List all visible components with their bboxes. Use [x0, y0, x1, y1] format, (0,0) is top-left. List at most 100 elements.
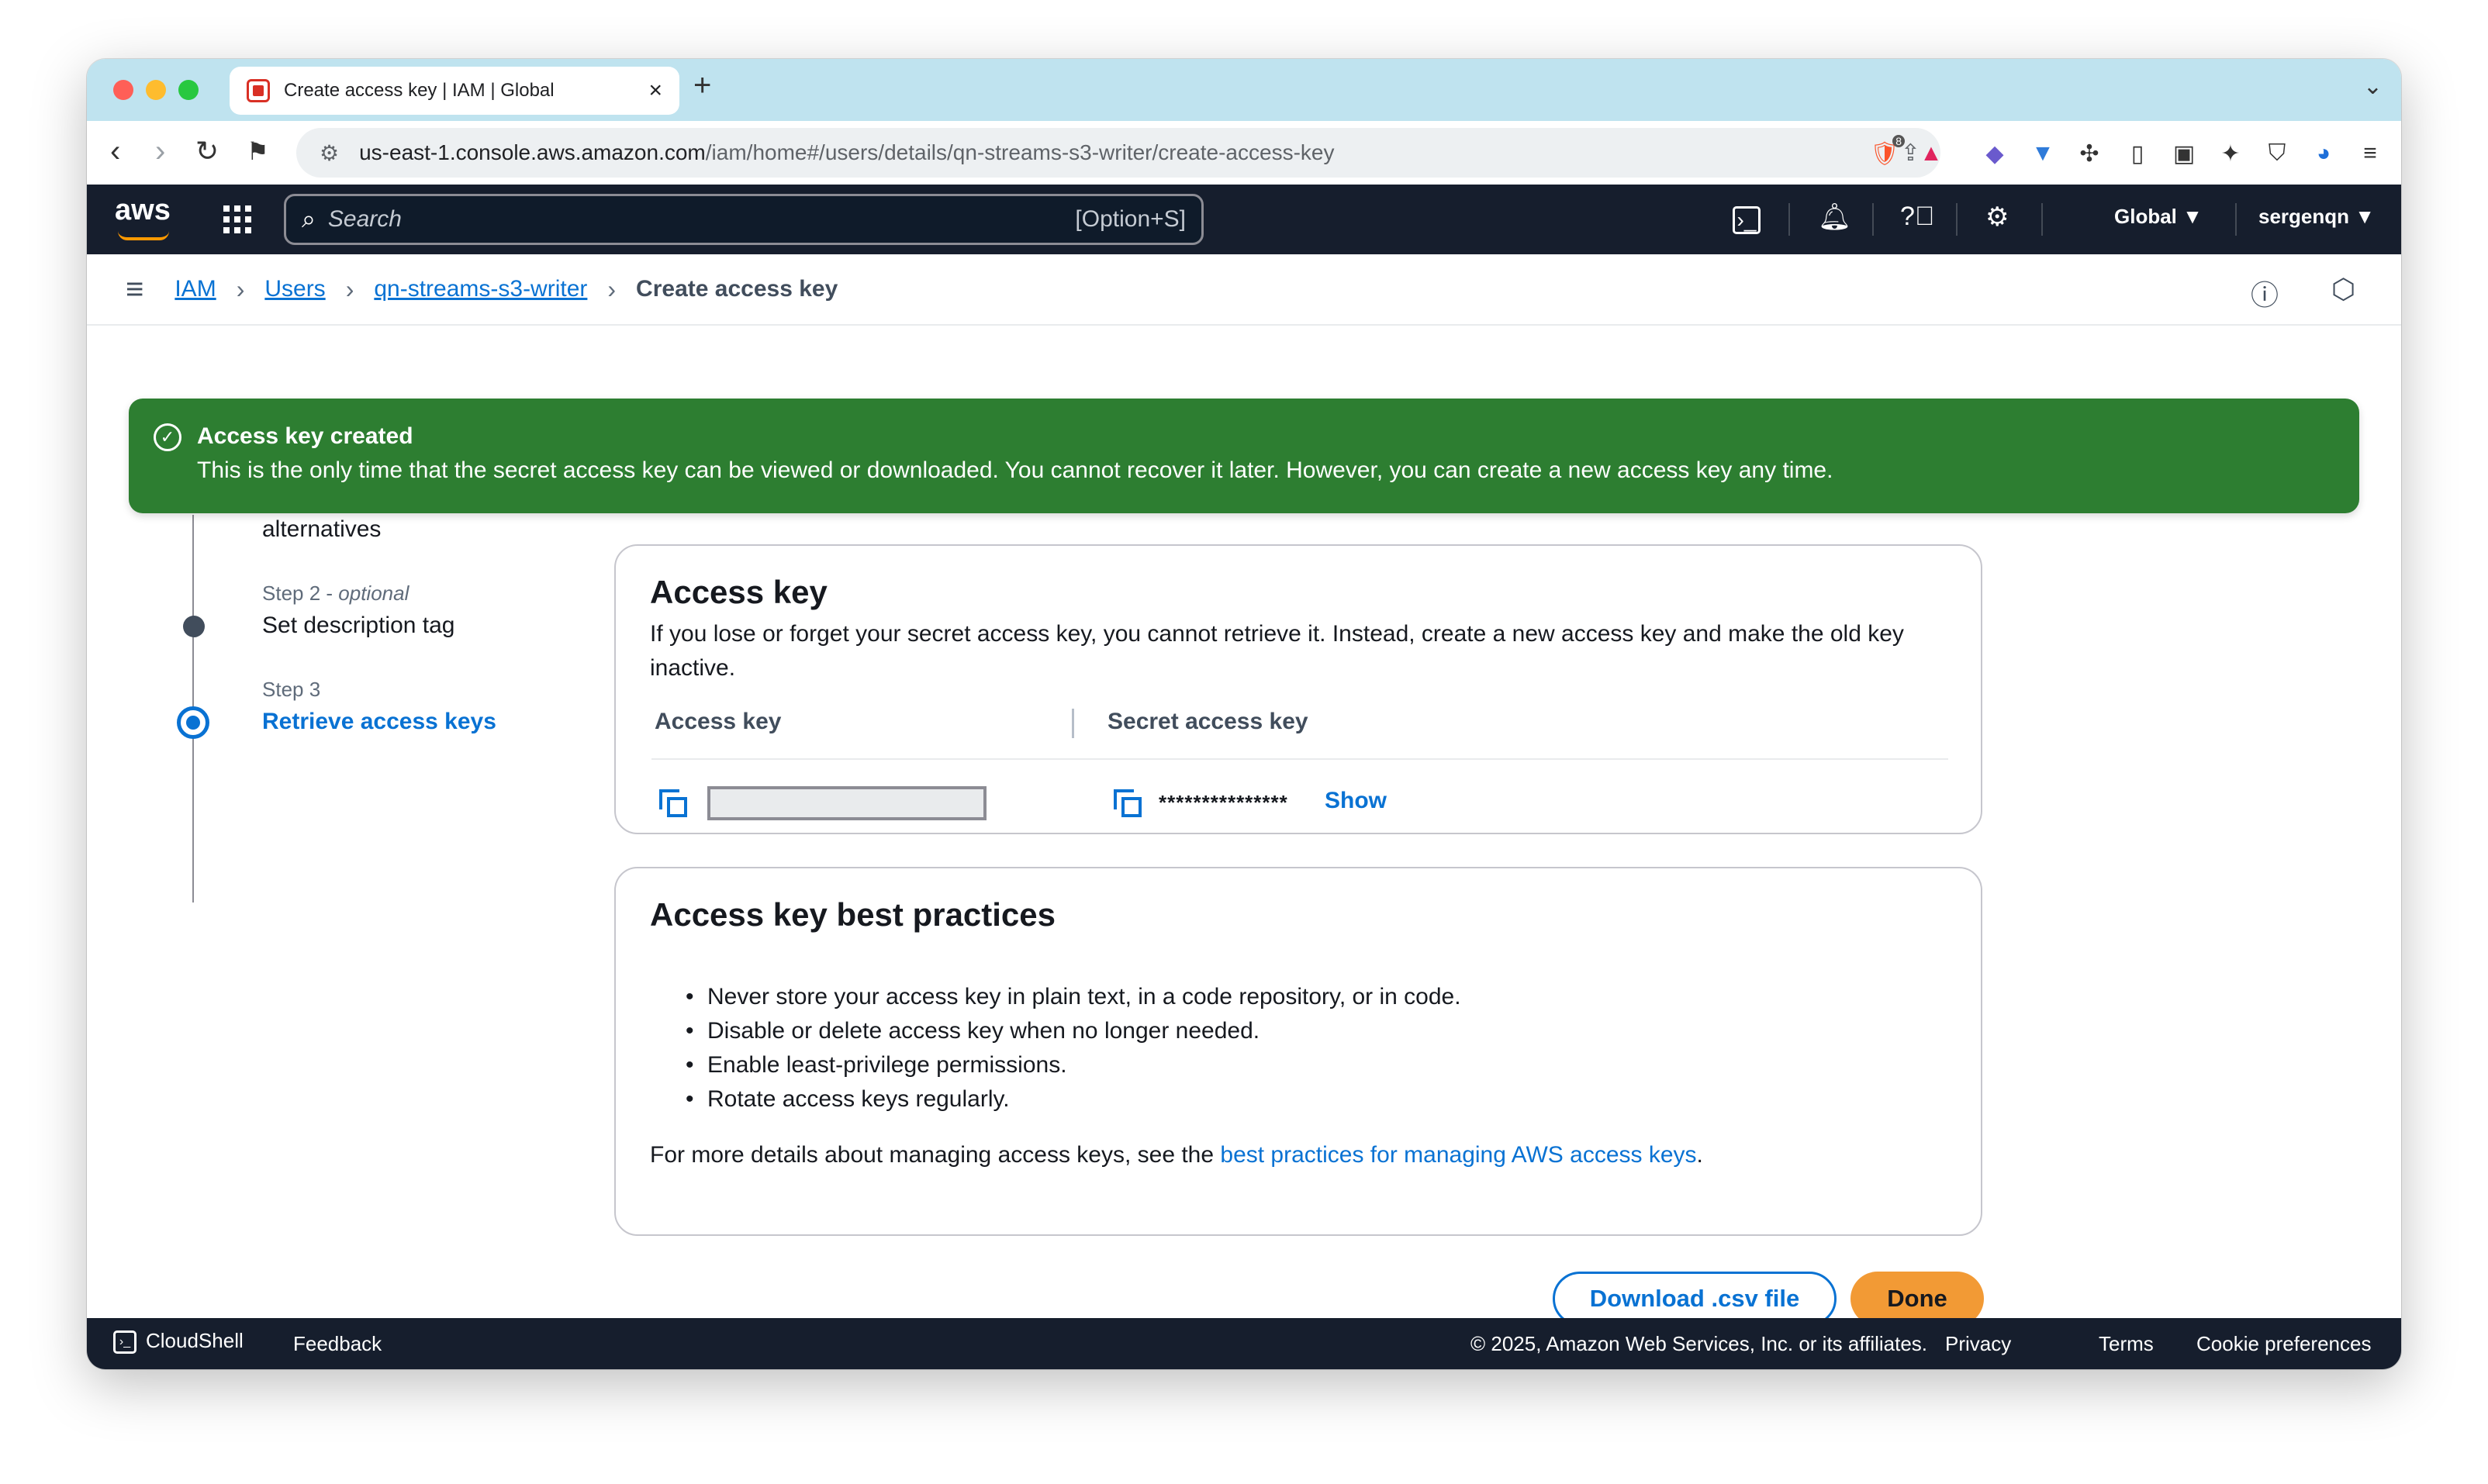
nav-divider	[1956, 203, 1958, 236]
tab-close-icon[interactable]: ×	[648, 78, 662, 104]
flash-title: Access key created	[197, 423, 413, 449]
leo-ai-icon[interactable]: ✦	[2215, 138, 2246, 169]
aws-logo-text: aws	[115, 194, 171, 226]
breadcrumb: ≡ IAM › Users › qn-streams-s3-writer › C…	[87, 254, 2401, 326]
account-menu[interactable]: sergenqn ▼	[2258, 205, 2375, 229]
col-secret-key: Secret access key	[1108, 709, 1308, 734]
chevron-right-icon: ›	[607, 274, 617, 303]
extension-globe-icon[interactable]: ◕	[2308, 138, 2339, 169]
browser-window: Create access key | IAM | Global × + ⌄ ‹…	[87, 59, 2401, 1369]
close-window-button[interactable]	[113, 80, 133, 100]
brave-rewards-icon[interactable]: ▲	[1916, 138, 1947, 169]
minimize-window-button[interactable]	[146, 80, 166, 100]
browser-tabbar: Create access key | IAM | Global × + ⌄	[87, 59, 2401, 121]
step2-label: Step 2 - optional	[262, 582, 409, 605]
success-flashbar: ✓ Access key created This is the only ti…	[129, 399, 2359, 513]
cookie-preferences-link[interactable]: Cookie preferences	[2196, 1332, 2371, 1356]
site-settings-icon[interactable]: ⚙	[320, 140, 339, 166]
browser-menu-icon[interactable]: ≡	[2355, 138, 2386, 169]
copy-secret-key-icon[interactable]	[1114, 789, 1142, 817]
breadcrumb-current: Create access key	[636, 276, 838, 302]
nav-divider	[1872, 203, 1874, 236]
browser-tab-active[interactable]: Create access key | IAM | Global ×	[230, 67, 679, 115]
best-practices-card: Access key best practices Never store yo…	[614, 867, 1982, 1236]
chevron-right-icon: ›	[345, 274, 354, 303]
aws-top-nav: aws ⌕ Search [Option+S] ›_ 🔔︎ ?⃝ ⚙ Globa…	[87, 185, 2401, 254]
url-host: us-east-1.console.aws.amazon.com	[359, 140, 706, 164]
step3-label: Step 3	[262, 678, 321, 701]
breadcrumb-user[interactable]: qn-streams-s3-writer	[374, 276, 587, 302]
back-icon[interactable]: ‹	[110, 132, 120, 171]
list-item: Disable or delete access key when no lon…	[686, 1014, 1947, 1048]
aws-logo[interactable]: aws	[115, 194, 171, 240]
address-bar[interactable]: ⚙ us-east-1.console.aws.amazon.com/iam/h…	[296, 128, 1940, 178]
cloudshell-icon[interactable]: ›_	[1733, 206, 1761, 234]
reload-icon[interactable]: ↻	[195, 132, 219, 171]
step3-active-dot	[177, 706, 209, 739]
notifications-bell-icon[interactable]: 🔔︎	[1818, 202, 1851, 233]
copyright-text: © 2025, Amazon Web Services, Inc. or its…	[1470, 1332, 1928, 1355]
step2-dot	[183, 616, 205, 637]
step1-tail: alternatives	[262, 516, 382, 542]
copy-access-key-icon[interactable]	[659, 789, 687, 817]
cloudshell-button[interactable]: ›_ CloudShell	[113, 1329, 244, 1355]
new-tab-icon[interactable]: +	[693, 68, 711, 103]
more-suffix: .	[1696, 1142, 1703, 1168]
brave-shields-icon[interactable]: 🛡 8	[1869, 135, 1905, 169]
maximize-window-button[interactable]	[178, 80, 199, 100]
access-key-title: Access key	[650, 574, 828, 610]
settings-gear-icon[interactable]: ⚙	[1985, 202, 2009, 233]
access-key-value-redacted	[707, 786, 987, 820]
step2-title[interactable]: Set description tag	[262, 613, 454, 639]
step3-title: Retrieve access keys	[262, 709, 496, 734]
feedback-hex-icon[interactable]: ⬡	[2331, 273, 2355, 305]
vpn-icon[interactable]: ⛉	[2262, 138, 2293, 169]
chevron-right-icon: ›	[236, 274, 245, 303]
list-item: Enable least-privilege permissions.	[686, 1048, 1947, 1082]
terms-link[interactable]: Terms	[2099, 1332, 2154, 1356]
show-secret-button[interactable]: Show	[1325, 788, 1387, 814]
aws-search-input[interactable]: ⌕ Search [Option+S]	[284, 194, 1204, 245]
aws-favicon-icon	[247, 79, 270, 102]
secret-key-masked: ***************	[1159, 791, 1288, 814]
extensions-puzzle-icon[interactable]: ✣	[2074, 138, 2105, 169]
forward-icon[interactable]: ›	[155, 132, 165, 171]
tab-title: Create access key | IAM | Global	[284, 80, 555, 101]
col-access-key: Access key	[655, 709, 782, 734]
nav-divider	[1788, 203, 1790, 236]
best-practices-more: For more details about managing access k…	[650, 1138, 1947, 1172]
breadcrumb-users[interactable]: Users	[264, 276, 325, 302]
privacy-link[interactable]: Privacy	[1945, 1332, 2011, 1356]
search-placeholder: Search	[327, 206, 402, 232]
access-key-description: If you lose or forget your secret access…	[650, 621, 1904, 681]
main-content: alternatives Step 2 - optional Set descr…	[87, 326, 2401, 1326]
info-icon[interactable]: ⓘ	[2251, 273, 2279, 313]
url-path: /iam/home#/users/details/qn-streams-s3-w…	[705, 140, 1335, 164]
nav-divider	[2235, 203, 2237, 236]
brave-badge: 8	[1892, 135, 1905, 147]
sidebar-icon[interactable]: ▯	[2122, 138, 2153, 169]
list-item: Rotate access keys regularly.	[686, 1082, 1947, 1116]
extension-duck-icon[interactable]: ◆	[1979, 138, 2010, 169]
bookmark-icon[interactable]: ⚑	[247, 132, 269, 171]
more-prefix: For more details about managing access k…	[650, 1142, 1221, 1168]
search-shortcut: [Option+S]	[1075, 206, 1186, 232]
nav-divider	[2041, 203, 2043, 236]
breadcrumb-iam[interactable]: IAM	[175, 276, 216, 302]
browser-toolbar: ‹ › ↻ ⚑ ⚙ us-east-1.console.aws.amazon.c…	[87, 121, 2401, 185]
access-key-card: Access key If you lose or forget your se…	[614, 544, 1982, 834]
tab-list-chevron-icon[interactable]: ⌄	[2363, 73, 2383, 100]
wallet-icon[interactable]: ▣	[2168, 138, 2199, 169]
column-divider	[1072, 709, 1074, 738]
best-practices-link[interactable]: best practices for managing AWS access k…	[1220, 1142, 1696, 1168]
region-selector[interactable]: Global ▼	[2114, 205, 2203, 229]
aws-footer: ›_ CloudShell Feedback © 2025, Amazon Web…	[87, 1318, 2401, 1369]
flash-message: This is the only time that the secret ac…	[197, 457, 1833, 483]
hamburger-menu-icon[interactable]: ≡	[126, 272, 143, 307]
feedback-link[interactable]: Feedback	[293, 1332, 382, 1356]
services-grid-icon[interactable]	[223, 205, 251, 233]
extension-gem-icon[interactable]: ▼	[2027, 138, 2058, 169]
best-practices-list: Never store your access key in plain tex…	[686, 980, 1947, 1116]
search-icon: ⌕	[302, 205, 316, 233]
help-icon[interactable]: ?⃝	[1900, 202, 1934, 232]
